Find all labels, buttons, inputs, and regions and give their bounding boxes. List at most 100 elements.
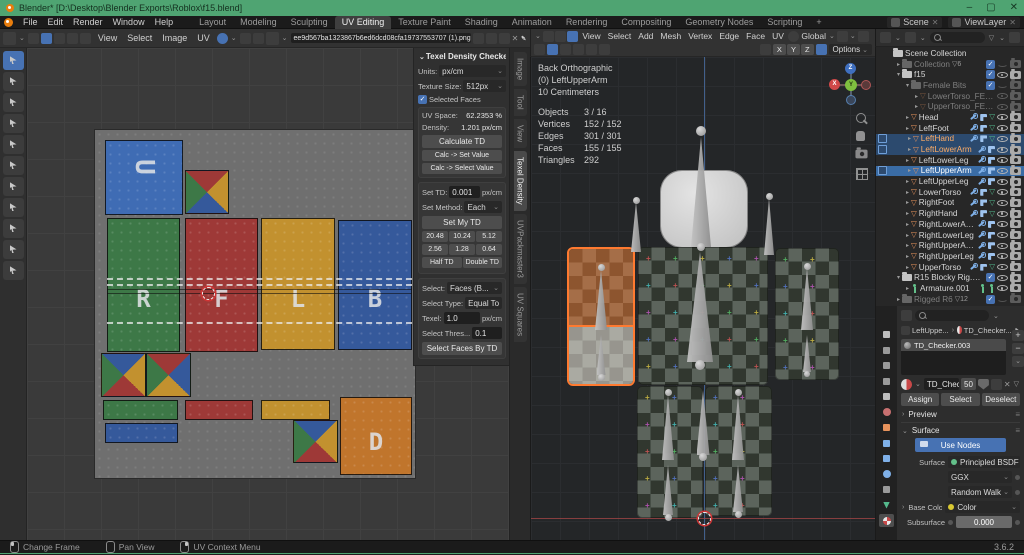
outliner-row-uppertorso-female[interactable]: ▸▽UpperTorso_FEMALE (876, 100, 1024, 112)
uv-select-mode-face[interactable] (66, 32, 78, 44)
visibility-eye-icon[interactable] (997, 70, 1008, 80)
render-camera-icon[interactable] (1010, 239, 1021, 250)
render-camera-icon[interactable] (1010, 282, 1021, 293)
double-td-button[interactable]: Double TD (462, 257, 502, 268)
texel-field[interactable]: 1.0 (443, 312, 480, 324)
vertex-group-icon[interactable] (980, 113, 988, 121)
viewlayer-selector[interactable]: ViewLayer ✕ (948, 16, 1020, 28)
modifier-icon[interactable] (970, 209, 979, 218)
expand-arrow[interactable]: ▸ (904, 157, 911, 164)
mesh-data-icon[interactable]: ▽ (989, 198, 995, 207)
outliner-row-collection[interactable]: ▸ Collection ▽6 ✓ (876, 58, 1024, 70)
expand-arrow[interactable]: ▸ (906, 135, 913, 142)
modifier-icon[interactable] (978, 145, 986, 154)
outliner-row-rigged-r6[interactable]: ▸ Rigged R6 ▽12 ✓ (876, 293, 1024, 305)
expand-arrow[interactable]: ▸ (904, 125, 911, 132)
tool-rip-region[interactable] (2, 198, 24, 217)
collection-checkbox[interactable]: ✓ (986, 273, 995, 283)
outliner-row-lowertorso-female[interactable]: ▸▽LowerTorso_FEMALE (876, 90, 1024, 102)
outliner-row-rightfoot[interactable]: ▸ ▽ RightFoot ▽ (876, 196, 1024, 209)
menu-edit[interactable]: Edit (43, 17, 69, 27)
preset-0.64[interactable]: 0.64 (476, 244, 502, 255)
new-collection-button[interactable] (1009, 32, 1020, 43)
workspace-tab-rendering[interactable]: Rendering (559, 16, 615, 29)
properties-tab-scene[interactable] (879, 390, 894, 403)
modifier-icon[interactable] (970, 124, 979, 132)
collection-checkbox[interactable]: ✓ (986, 294, 995, 304)
expand-arrow[interactable]: ▸ (904, 189, 911, 196)
sidebar-tab-uv-squares[interactable]: UV Squares (513, 286, 527, 342)
vp-menu-edge[interactable]: Edge (716, 31, 743, 41)
outliner-row-leftlowerleg[interactable]: ▸ ▽ LeftLowerLeg (876, 154, 1024, 166)
menu-file[interactable]: File (18, 17, 43, 27)
render-camera-icon[interactable] (1010, 100, 1021, 111)
vp-menu-vertex[interactable]: Vertex (685, 31, 716, 41)
pin-icon[interactable]: ✒ (518, 32, 529, 43)
vertex-group-icon[interactable] (988, 156, 995, 164)
visibility-eye-icon[interactable] (997, 251, 1008, 261)
gizmo-toggle-icon[interactable] (534, 44, 545, 55)
vp-menu-add[interactable]: Add (635, 31, 657, 41)
vertex-group-icon[interactable] (980, 263, 988, 271)
properties-tab-constraints[interactable] (879, 483, 894, 496)
shading-wireframe-icon[interactable] (573, 44, 584, 55)
visibility-eye-icon[interactable] (997, 294, 1008, 304)
sidebar-tab-texel-density[interactable]: Texel Density (513, 151, 527, 211)
expand-arrow[interactable]: ▸ (913, 93, 920, 100)
expand-arrow[interactable]: ▸ (904, 210, 911, 217)
properties-tab-render[interactable] (879, 344, 894, 357)
uv-island-cross-c[interactable] (293, 420, 338, 463)
vp-menu-mesh[interactable]: Mesh (657, 31, 685, 41)
expand-arrow[interactable]: ▸ (904, 114, 911, 121)
visibility-eye-icon[interactable] (997, 102, 1008, 112)
expand-arrow[interactable]: ▸ (904, 242, 911, 249)
calc-set-value-button[interactable]: Calc -> Set Value (422, 150, 502, 161)
render-camera-icon[interactable] (1010, 261, 1021, 272)
mesh-data-icon[interactable]: ▽ (989, 113, 995, 121)
outliner-search-input[interactable] (929, 32, 985, 43)
properties-tab-particles[interactable] (879, 452, 894, 465)
gizmo-z-axis[interactable]: Z (845, 63, 856, 74)
select-dropdown[interactable]: Faces (B... (446, 282, 502, 294)
workspace-tab-geometry-nodes[interactable]: Geometry Nodes (678, 16, 760, 29)
mesh-data-icon[interactable]: ▽ (989, 134, 995, 143)
snap-magnet-icon[interactable] (857, 30, 869, 42)
render-camera-icon[interactable] (1010, 143, 1021, 154)
render-camera-icon[interactable] (1010, 229, 1021, 240)
uv-strip-green[interactable] (103, 400, 178, 420)
workspace-tab-layout[interactable]: Layout (192, 16, 233, 29)
properties-tab-view-layer[interactable] (879, 375, 894, 388)
snapping-icon[interactable] (815, 44, 827, 55)
pivot-icon[interactable] (836, 30, 848, 42)
outliner-row-leftupperleg[interactable]: ▸ ▽ LeftUpperLeg (876, 175, 1024, 187)
vertex-group-icon[interactable] (988, 146, 995, 154)
sidebar-tab-tool[interactable]: Tool (513, 89, 527, 116)
slot-specials-button[interactable]: ⌄ (1012, 356, 1024, 367)
outliner-row-scene-collection[interactable]: Scene Collection (876, 47, 1024, 59)
collection-checkbox[interactable]: ✓ (986, 80, 995, 90)
expand-arrow[interactable]: ▸ (913, 103, 920, 110)
subsurface-slider[interactable]: 0.000 (956, 516, 1012, 528)
workspace-tab-uv-editing[interactable]: UV Editing (334, 15, 392, 29)
tool-tweak-select[interactable] (2, 51, 24, 70)
selected-faces-checkbox[interactable]: ✓ (418, 95, 427, 104)
vertex-group-icon[interactable] (980, 135, 988, 143)
uv-strip-red[interactable] (185, 400, 253, 420)
render-camera-icon[interactable] (1010, 218, 1021, 229)
editor-type-button[interactable] (3, 31, 16, 45)
outliner-row-leftlowerarm[interactable]: ▸ ▽ LeftLowerArm (876, 143, 1024, 155)
collection-checkbox[interactable]: ✓ (986, 70, 995, 80)
uv-menu-view[interactable]: View (93, 33, 122, 43)
outliner-collection-icon[interactable] (904, 32, 916, 43)
modifier-icon[interactable] (978, 156, 986, 164)
render-camera-icon[interactable] (1010, 196, 1021, 207)
expand-arrow[interactable]: ▸ (906, 167, 913, 174)
render-camera-icon[interactable] (1010, 250, 1021, 261)
gizmo-y-axis[interactable]: Y (845, 79, 857, 91)
surface-shader-dropdown[interactable]: Principled BSDF (948, 456, 1020, 468)
modifier-icon[interactable] (978, 241, 986, 250)
modifier-icon[interactable] (978, 252, 986, 260)
mirror-z-toggle[interactable]: Z (800, 44, 814, 55)
vertex-group-icon[interactable] (980, 188, 988, 196)
set-my-td-button[interactable]: Set My TD (422, 216, 502, 229)
